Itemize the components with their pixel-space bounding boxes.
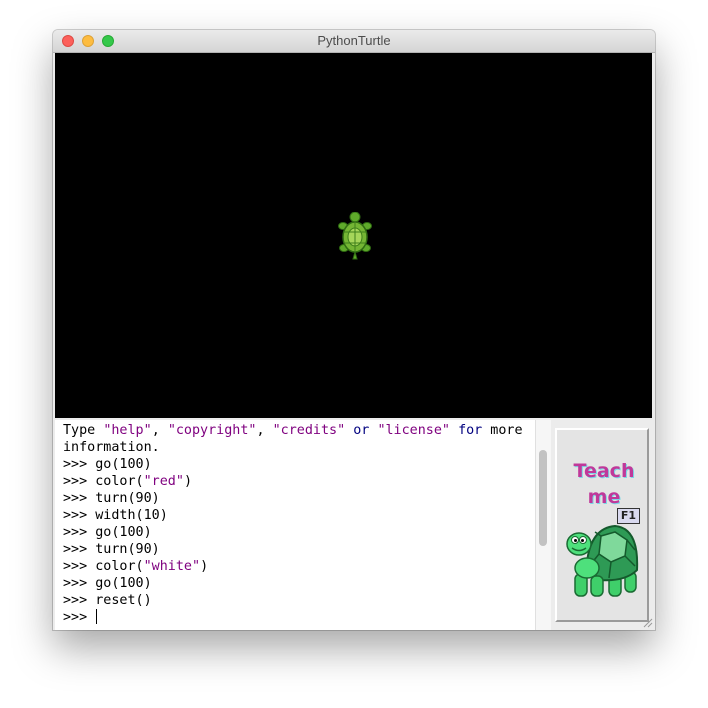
prompt: >>> (63, 525, 96, 540)
teach-me-label-line1: Teach (573, 460, 635, 482)
history-string: "red" (143, 474, 184, 489)
window-title: PythonTurtle (317, 33, 391, 48)
history-string: "white" (143, 559, 201, 574)
turtle-icon (338, 212, 372, 260)
banner-license: "license" (377, 423, 450, 438)
prompt: >>> (63, 576, 96, 591)
prompt: >>> (63, 593, 96, 608)
text-cursor (96, 609, 98, 624)
prompt: >>> (63, 457, 96, 472)
input-prompt: >>> (63, 610, 96, 625)
shell-output[interactable]: Type "help", "copyright", "credits" or "… (55, 420, 535, 630)
turtle-canvas (55, 53, 652, 418)
history-line: turn(90) (95, 542, 160, 557)
teach-me-button[interactable]: Teach me F1 (555, 428, 649, 622)
teach-me-panel: Teach me F1 (551, 420, 655, 630)
history-line: turn(90) (95, 491, 160, 506)
shell-console[interactable]: Type "help", "copyright", "credits" or "… (63, 422, 528, 626)
banner-or: or (353, 423, 370, 438)
history-line: width(10) (95, 508, 168, 523)
history-line: go(100) (95, 457, 152, 472)
banner-comma: , (151, 423, 168, 438)
prompt: >>> (63, 491, 96, 506)
banner-for: for (458, 423, 483, 438)
banner-help: "help" (103, 423, 152, 438)
history-line: color( (95, 559, 144, 574)
banner-copyright: "copyright" (167, 423, 257, 438)
banner-text: Type (63, 423, 104, 438)
history-line: go(100) (95, 525, 152, 540)
banner-credits: "credits" (272, 423, 346, 438)
scrollbar-thumb[interactable] (539, 450, 547, 546)
teach-me-label-line2: me (587, 486, 621, 508)
history-line: reset() (95, 593, 152, 608)
title-bar[interactable]: PythonTurtle (53, 30, 655, 53)
prompt: >>> (63, 474, 96, 489)
resize-grip-icon[interactable] (643, 618, 653, 628)
prompt: >>> (63, 508, 96, 523)
prompt: >>> (63, 542, 96, 557)
history-line: color( (95, 474, 144, 489)
prompt: >>> (63, 559, 96, 574)
history-line: ) (183, 474, 192, 489)
pythonturtle-window: PythonTurtle Type "help", "copyright", "… (53, 30, 655, 630)
banner-line2: information. (63, 440, 160, 455)
turtle-mascot-icon (566, 524, 639, 597)
history-line: go(100) (95, 576, 152, 591)
history-line: ) (200, 559, 209, 574)
banner-more: more (482, 423, 523, 438)
banner-comma: , (256, 423, 273, 438)
shell-scrollbar[interactable] (535, 420, 551, 630)
